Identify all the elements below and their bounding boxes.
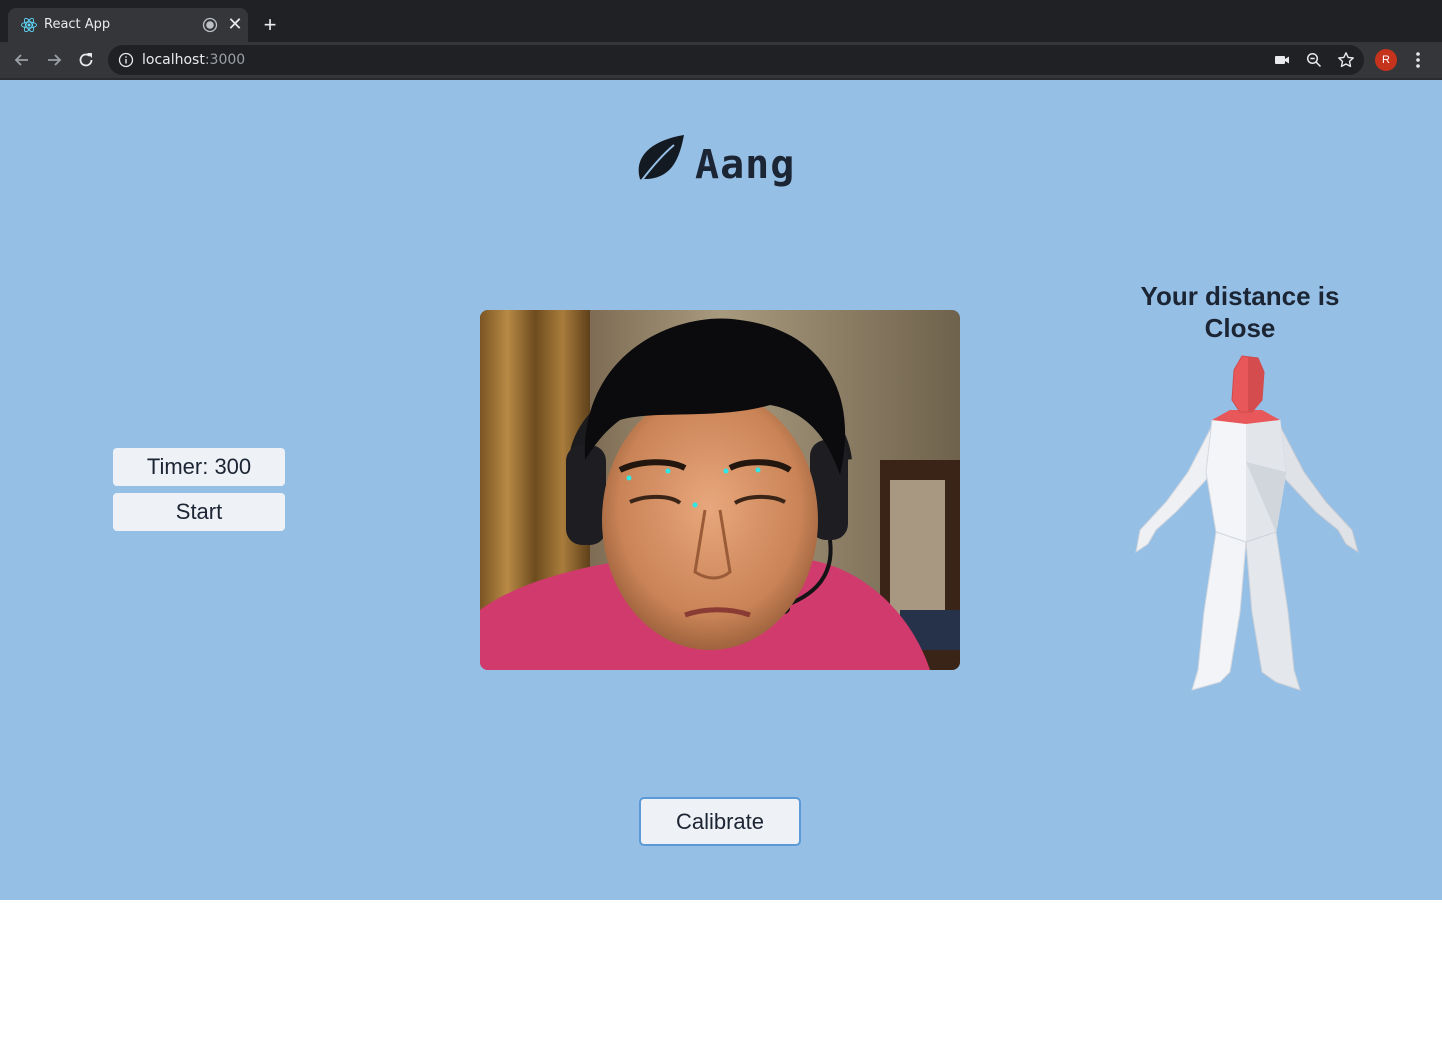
kebab-menu-icon [1416, 52, 1420, 68]
landmark-dot [723, 468, 729, 474]
posture-figure [1135, 355, 1359, 691]
browser-toolbar: localhost:3000 R [0, 42, 1442, 78]
new-tab-button[interactable]: + [256, 12, 284, 40]
url-host: localhost [142, 52, 205, 68]
back-arrow-icon [14, 54, 28, 66]
star-icon [1338, 52, 1354, 68]
browser-tab-strip: React App ✕ + [0, 0, 1442, 42]
webcam-feed [480, 310, 960, 670]
reload-button[interactable] [72, 46, 100, 74]
close-icon: ✕ [227, 14, 243, 34]
close-tab-button[interactable]: ✕ [224, 13, 246, 35]
reload-icon [79, 53, 93, 67]
info-icon[interactable] [118, 52, 134, 68]
distance-status-value: Close [1204, 313, 1276, 343]
landmark-dot [626, 475, 632, 481]
landmark-dot [665, 468, 671, 474]
camera-permission-button[interactable] [1270, 48, 1294, 72]
zoom-button[interactable] [1302, 48, 1326, 72]
back-button[interactable] [8, 46, 36, 74]
calibrate-button[interactable]: Calibrate [639, 797, 801, 846]
url-text: localhost:3000 [142, 52, 245, 68]
landmark-dot [755, 467, 761, 473]
app-container: Aang Timer: 300 Start Your distance is C… [0, 80, 1442, 900]
recording-icon [202, 17, 218, 33]
tab-title: React App [44, 17, 111, 32]
camera-icon [1275, 56, 1289, 64]
forward-button[interactable] [40, 46, 68, 74]
url-port: :3000 [204, 52, 246, 68]
distance-status: Your distance is Close [1100, 280, 1380, 344]
browser-tab[interactable]: React App ✕ [8, 8, 248, 42]
browser-menu-button[interactable] [1408, 46, 1428, 74]
bookmark-button[interactable] [1334, 48, 1358, 72]
distance-status-label: Your distance is [1140, 281, 1340, 311]
forward-arrow-icon [48, 54, 62, 66]
brand-title: Aang [695, 142, 796, 188]
landmark-dot [692, 502, 698, 508]
profile-avatar[interactable]: R [1375, 49, 1397, 71]
start-button[interactable]: Start [113, 493, 285, 531]
leaf-icon [638, 135, 684, 181]
address-bar[interactable]: localhost:3000 [108, 45, 1364, 75]
timer-display: Timer: 300 [113, 448, 285, 486]
react-favicon-icon [21, 17, 37, 33]
zoom-icon [1306, 52, 1322, 68]
